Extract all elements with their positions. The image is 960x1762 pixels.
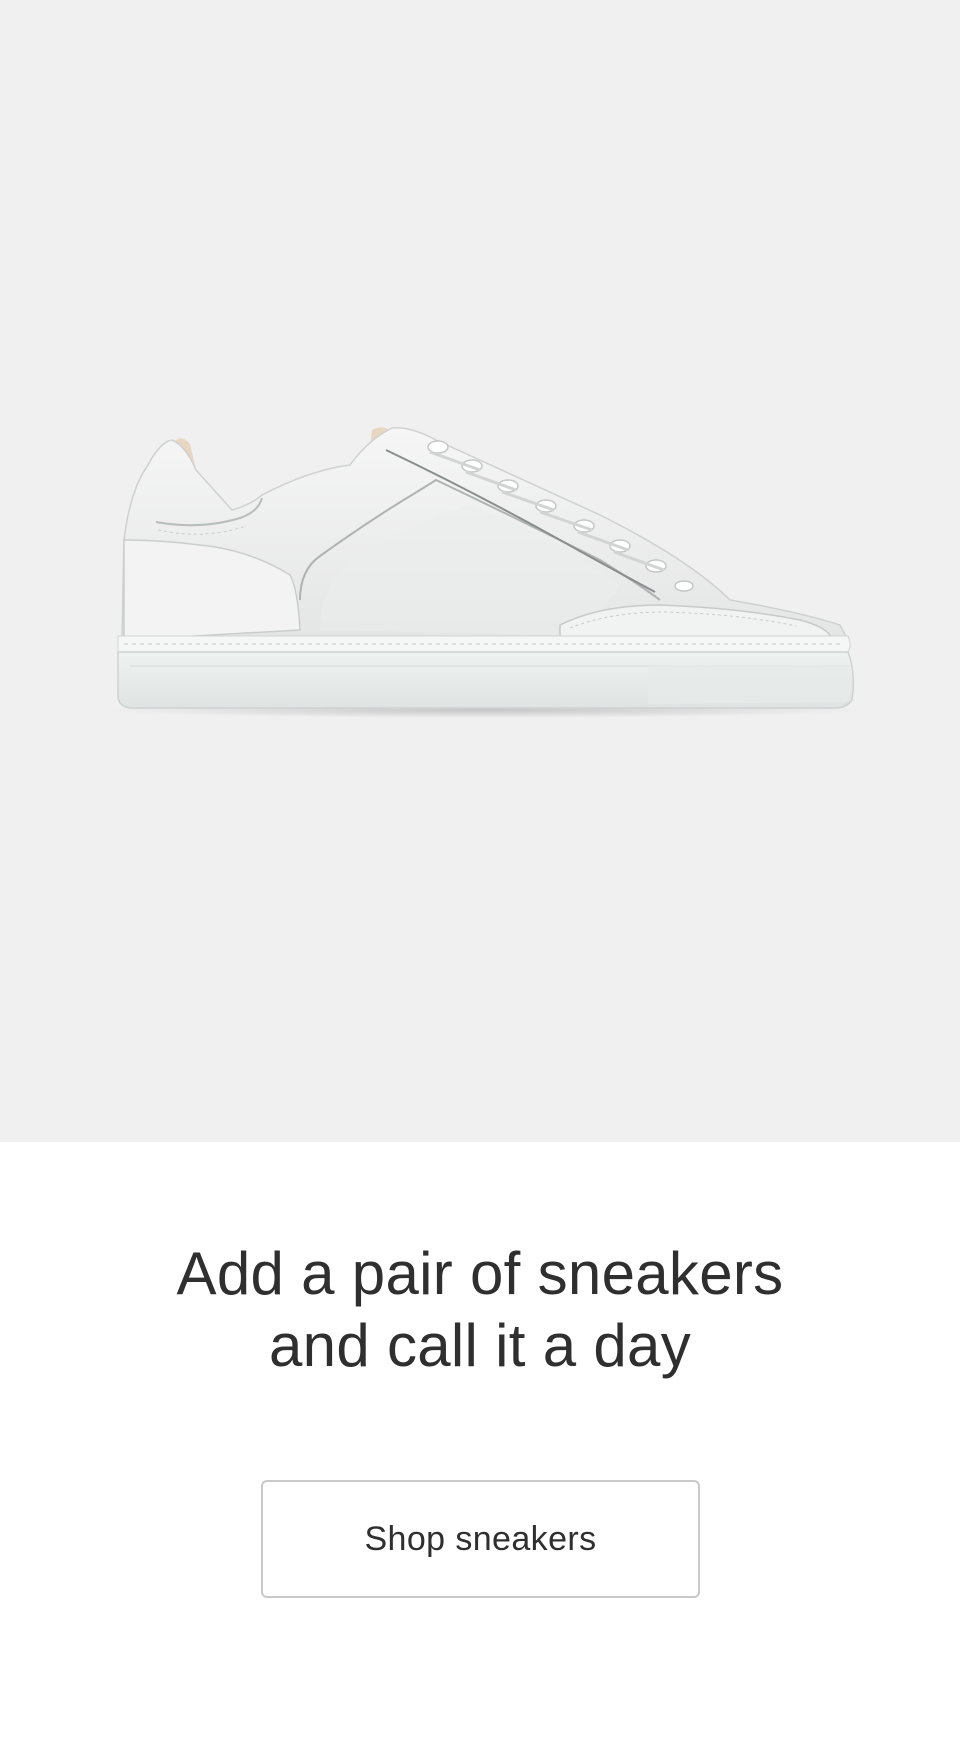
hero-banner xyxy=(0,0,960,1142)
headline-line-2: and call it a day xyxy=(268,1312,692,1379)
headline-line-1: Add a pair of sneakers xyxy=(176,1240,784,1307)
sneaker-image[interactable] xyxy=(0,0,960,1142)
shop-sneakers-button[interactable]: Shop sneakers xyxy=(261,1480,700,1598)
promo-section: Add a pair of sneakers and call it a day… xyxy=(0,1142,960,1762)
promo-headline: Add a pair of sneakers and call it a day xyxy=(0,1238,960,1382)
